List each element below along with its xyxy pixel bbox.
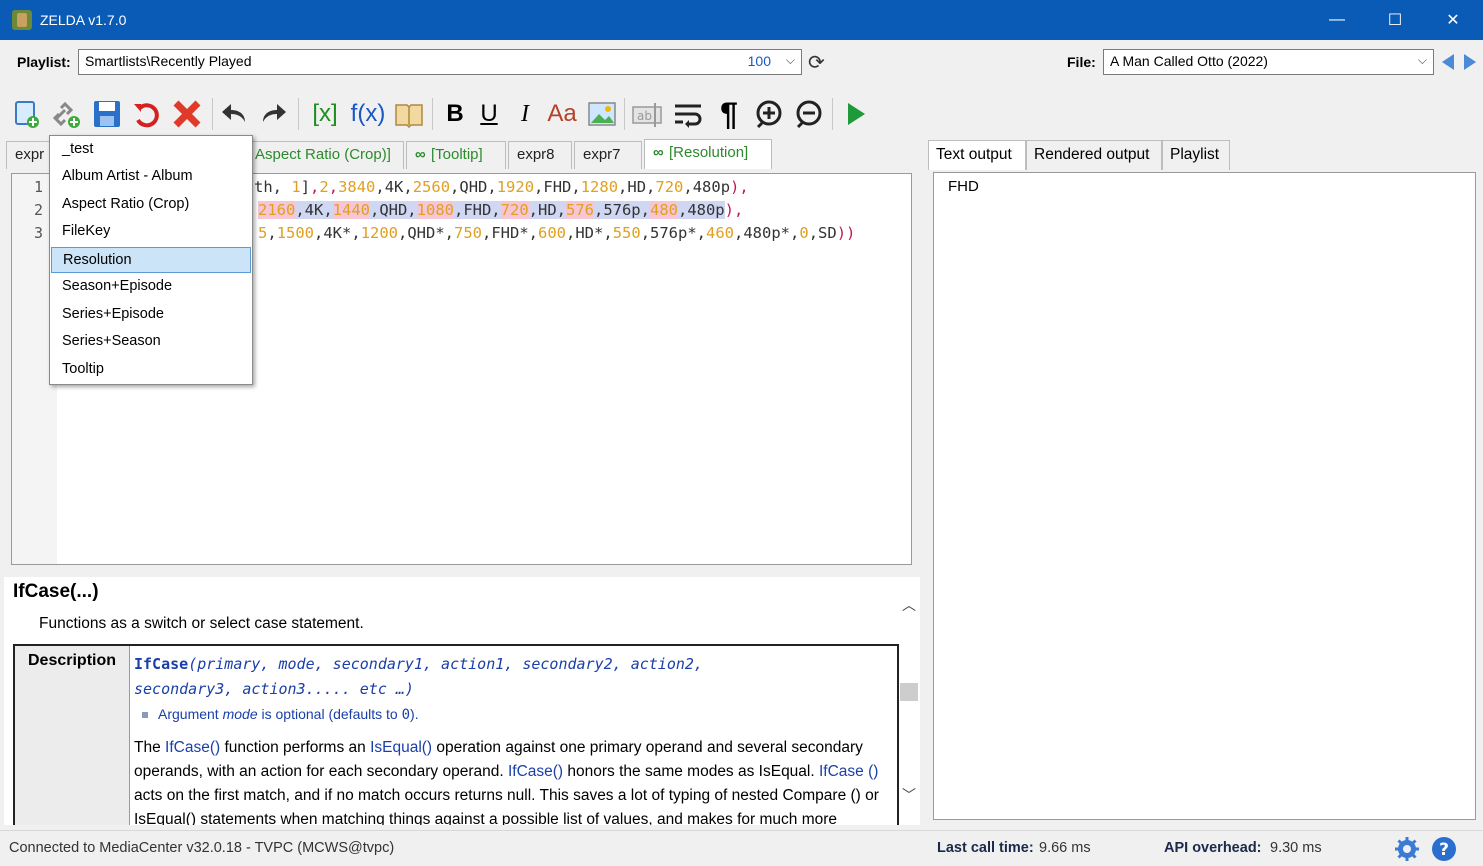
expression-menu: _test Album Artist - Album Aspect Ratio …	[49, 135, 253, 385]
menu-item-series-episode[interactable]: Series+Episode	[51, 302, 251, 328]
argument-note: Argument mode is optional (defaults to 0…	[142, 706, 419, 723]
playlist-combo[interactable]: Smartlists\Recently Played 100 ⌵	[78, 49, 802, 75]
file-label: File:	[1067, 54, 1096, 70]
code-line-1: e([width, 1],2,3840,4K,2560,QHD,1920,FHD…	[198, 178, 749, 196]
line-number: 1	[33, 178, 43, 196]
menu-item-album-artist-album[interactable]: Album Artist - Album	[51, 164, 251, 190]
refresh-icon[interactable]: ⟳	[808, 50, 825, 75]
tab-rendered-output[interactable]: Rendered output	[1026, 140, 1162, 170]
api-overhead-label: API overhead:	[1164, 840, 1262, 856]
svg-text:ab: ab	[637, 109, 652, 123]
line-number: 3	[33, 224, 43, 242]
svg-text:?: ?	[1439, 840, 1449, 860]
menu-item-season-episode[interactable]: Season+Episode	[51, 274, 251, 300]
description-label: Description	[15, 646, 130, 825]
show-whitespace-button[interactable]: ¶	[712, 96, 746, 132]
minimize-button[interactable]: —	[1308, 0, 1366, 40]
output-text: FHD	[948, 178, 979, 195]
menu-item-test[interactable]: _test	[51, 137, 251, 163]
undo-icon[interactable]	[218, 96, 252, 132]
window-title: ZELDA v1.7.0	[40, 12, 127, 28]
ifcase-link[interactable]: IfCase()	[165, 739, 220, 756]
tab-expr7[interactable]: expr7	[574, 141, 642, 169]
close-button[interactable]: ✕	[1424, 0, 1482, 40]
line-number: 2	[33, 201, 43, 219]
playlist-count: 100	[747, 53, 771, 69]
tab-text-output[interactable]: Text output	[928, 140, 1026, 170]
zoom-out-icon[interactable]	[792, 96, 826, 132]
menu-item-series-season[interactable]: Series+Season	[51, 329, 251, 355]
text-box-icon[interactable]: ab	[630, 96, 664, 132]
playlist-label: Playlist:	[17, 54, 71, 70]
tab-resolution[interactable]: ∞ [Resolution]	[644, 139, 772, 169]
ifcase-link[interactable]: IfCase ()	[819, 763, 878, 780]
insert-field-button[interactable]: [x]	[306, 96, 344, 132]
file-value: A Man Called Otto (2022)	[1110, 53, 1268, 69]
toolbar: [x] f(x) B U I Aa ab ¶	[0, 92, 1483, 138]
status-bar: Connected to MediaCenter v32.0.18 - TVPC…	[0, 830, 1483, 866]
chevron-down-icon: ⌵	[1417, 53, 1427, 67]
help-panel: IfCase(...) Functions as a switch or sel…	[4, 577, 920, 825]
text-output-area[interactable]: FHD	[933, 172, 1476, 820]
scroll-thumb[interactable]	[900, 683, 918, 701]
gear-icon[interactable]	[1394, 836, 1420, 862]
revert-icon[interactable]	[130, 96, 164, 132]
insert-function-button[interactable]: f(x)	[348, 96, 388, 132]
menu-item-tooltip[interactable]: Tooltip	[51, 357, 251, 383]
link-icon: ∞	[415, 146, 426, 163]
font-case-button[interactable]: Aa	[543, 96, 581, 132]
last-call-value: 9.66 ms	[1039, 840, 1091, 856]
redo-icon[interactable]	[256, 96, 290, 132]
link-add-icon[interactable]	[50, 96, 84, 132]
isequal-link[interactable]: IsEqual()	[370, 739, 432, 756]
delete-icon[interactable]	[170, 96, 204, 132]
word-wrap-icon[interactable]	[671, 96, 705, 132]
api-overhead-value: 9.30 ms	[1270, 840, 1322, 856]
chevron-down-icon[interactable]: ﹀	[902, 785, 916, 805]
function-signature: IfCase(primary, mode, secondary1, action…	[134, 655, 703, 698]
bold-button[interactable]: B	[438, 96, 472, 132]
help-icon[interactable]: ?	[1431, 836, 1457, 862]
playlist-value: Smartlists\Recently Played	[85, 53, 252, 69]
title-bar: ZELDA v1.7.0 — ☐ ✕	[0, 0, 1483, 40]
code-line-3: 5,1500,4K*,1200,QHD*,750,FHD*,600,HD*,55…	[258, 224, 856, 242]
chevron-down-icon: ⌵	[785, 53, 795, 67]
help-scrollbar[interactable]: ︿ ﹀	[898, 585, 920, 825]
ifcase-link[interactable]: IfCase()	[508, 763, 563, 780]
help-paragraph: The IfCase() function performs an IsEqua…	[134, 739, 879, 825]
maximize-button[interactable]: ☐	[1366, 0, 1424, 40]
link-icon: ∞	[653, 144, 664, 161]
connection-status: Connected to MediaCenter v32.0.18 - TVPC…	[9, 840, 395, 856]
help-title: IfCase(...)	[13, 581, 99, 602]
tab-expr8[interactable]: expr8	[508, 141, 572, 169]
insert-image-icon[interactable]	[585, 96, 619, 132]
menu-item-aspect-ratio[interactable]: Aspect Ratio (Crop)	[51, 192, 251, 218]
underline-button[interactable]: U	[472, 96, 506, 132]
run-icon[interactable]	[838, 96, 872, 132]
previous-file-icon[interactable]	[1442, 54, 1454, 70]
new-expression-icon[interactable]	[10, 96, 44, 132]
save-icon[interactable]	[90, 96, 124, 132]
menu-item-resolution[interactable]: Resolution	[51, 247, 251, 273]
zoom-in-icon[interactable]	[752, 96, 786, 132]
tab-playlist[interactable]: Playlist	[1162, 140, 1230, 170]
file-combo[interactable]: A Man Called Otto (2022) ⌵	[1103, 49, 1434, 75]
chevron-up-icon[interactable]: ︿	[902, 595, 916, 615]
code-line-2: 2160,4K,1440,QHD,1080,FHD,720,HD,576,576…	[258, 201, 744, 219]
menu-item-filekey[interactable]: FileKey	[51, 219, 251, 245]
help-subtitle: Functions as a switch or select case sta…	[39, 615, 364, 632]
next-file-icon[interactable]	[1464, 54, 1476, 70]
bullet-icon	[142, 712, 148, 719]
help-book-icon[interactable]	[392, 96, 426, 132]
tab-aspect-ratio[interactable]: Aspect Ratio (Crop)]	[246, 141, 404, 169]
app-icon	[12, 10, 32, 30]
tab-expr[interactable]: expr	[6, 141, 54, 169]
italic-button[interactable]: I	[508, 96, 542, 132]
tab-tooltip[interactable]: ∞ [Tooltip]	[406, 141, 506, 169]
playlist-row: Playlist: Smartlists\Recently Played 100…	[0, 40, 1483, 86]
help-table: Description IfCase(primary, mode, second…	[13, 644, 899, 825]
last-call-label: Last call time:	[937, 840, 1034, 856]
